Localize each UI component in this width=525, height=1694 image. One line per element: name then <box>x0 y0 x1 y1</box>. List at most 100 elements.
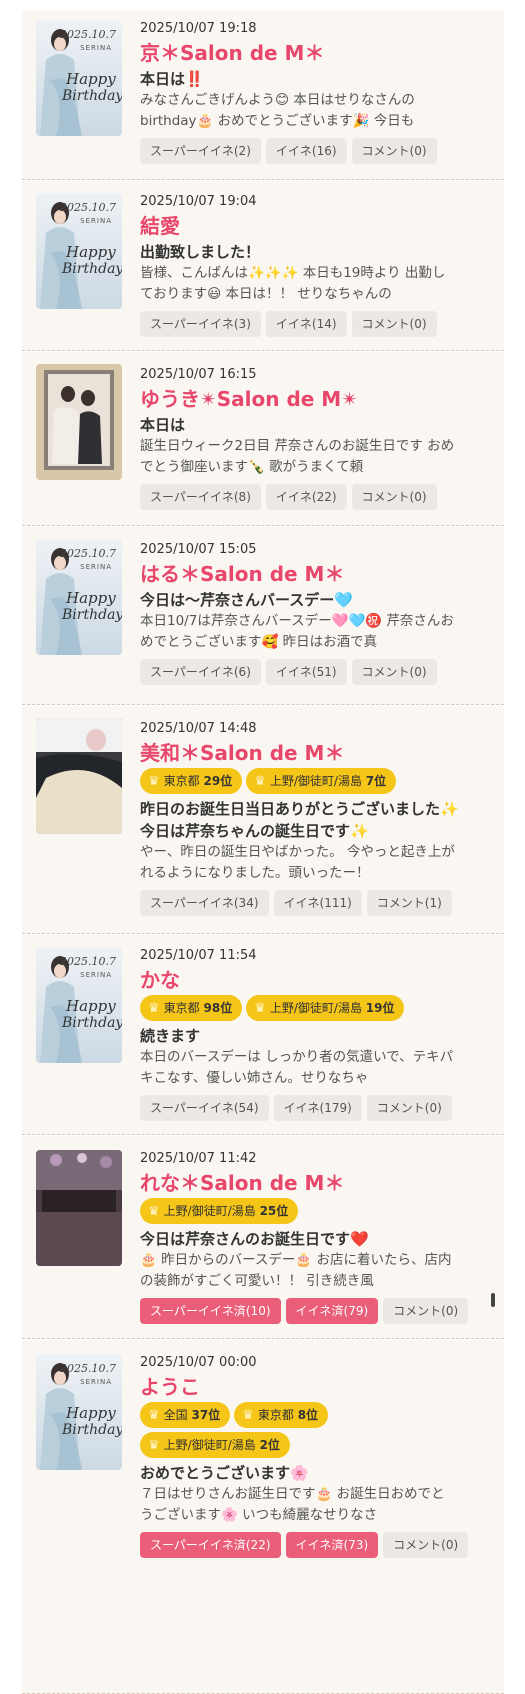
author-name[interactable]: はる＊Salon de M＊ <box>140 559 498 589</box>
rank-value: 19位 <box>365 1001 395 1015</box>
rank-area: 東京都 <box>163 774 200 788</box>
blog-post[interactable]: 2025.10.7 SERINA Happy Birthday 2025/10/0… <box>22 1340 504 1694</box>
post-body: 2025/10/07 00:00 ようこ ♛ 全国 37位 ♛ 東京都 8位 ♛ 上野/御徒町… <box>140 1354 498 1558</box>
thumb-date: 2025.10.7 <box>60 201 116 214</box>
thumb-name: SERINA <box>80 971 112 979</box>
comment-button[interactable]: コメント(0) <box>351 311 437 337</box>
comment-button[interactable]: コメント(0) <box>366 1095 452 1121</box>
like-button[interactable]: イイネ(51) <box>265 659 347 685</box>
rank-badge[interactable]: ♛ 全国 37位 <box>140 1402 231 1428</box>
post-excerpt: ております😃 本日は！！ せりなちゃんの <box>140 286 392 302</box>
post-divider <box>22 704 504 705</box>
blog-post[interactable]: 2025.10.7 SERINA Happy Birthday 2025/10/0… <box>22 10 504 180</box>
thumb-line1: Happy <box>66 243 116 261</box>
super-like-button[interactable]: スーパーイイネ済(22) <box>140 1532 281 1558</box>
author-name[interactable]: れな＊Salon de M＊ <box>140 1168 498 1198</box>
post-title[interactable]: 本日は <box>140 414 498 436</box>
blog-post[interactable]: 2025.10.7 SERINA Happy Birthday 2025/10/0… <box>22 527 504 705</box>
author-name[interactable]: 美和＊Salon de M＊ <box>140 738 498 768</box>
post-title[interactable]: 本日は‼️ <box>140 68 498 90</box>
post-thumbnail[interactable] <box>36 1150 122 1266</box>
comment-button[interactable]: コメント(0) <box>383 1298 469 1324</box>
super-like-button[interactable]: スーパーイイネ(3) <box>140 311 261 337</box>
rank-value: 29位 <box>203 774 233 788</box>
blog-post[interactable]: 2025/10/07 14:48 美和＊Salon de M＊ ♛ 東京都 29位 ♛ 上… <box>22 706 504 934</box>
post-actions: スーパーイイネ済(10) イイネ済(79) コメント(0) <box>140 1298 498 1324</box>
post-excerpt: めでとうございます🥰 昨日はお酒で真 <box>140 634 378 650</box>
super-like-button[interactable]: スーパーイイネ(54) <box>140 1095 269 1121</box>
thumb-line2: Birthday <box>62 261 122 277</box>
rank-badge[interactable]: ♛ 東京都 98位 <box>140 995 243 1021</box>
post-divider <box>22 933 504 934</box>
rank-badges: ♛ 東京都 29位 ♛ 上野/御徒町/湯島 7位 <box>140 768 498 798</box>
post-thumbnail[interactable]: 2025.10.7 SERINA Happy Birthday <box>36 193 122 309</box>
post-body: 2025/10/07 14:48 美和＊Salon de M＊ ♛ 東京都 29位 ♛ 上… <box>140 720 498 916</box>
post-timestamp: 2025/10/07 19:04 <box>140 194 257 209</box>
blog-feed: 2025.10.7 SERINA Happy Birthday 2025/10/0… <box>0 0 525 1694</box>
post-divider <box>22 1134 504 1135</box>
post-excerpt: うございます🌸 いつも綺麗なせりなさ <box>140 1507 378 1523</box>
post-timestamp: 2025/10/07 19:18 <box>140 21 257 36</box>
thumb-line1: Happy <box>66 1404 116 1422</box>
thumb-line2: Birthday <box>62 1422 122 1438</box>
post-title[interactable]: 続きます <box>140 1025 498 1047</box>
author-name[interactable]: ゆうき✴Salon de M✴ <box>140 384 498 414</box>
like-button[interactable]: イイネ済(79) <box>285 1298 379 1324</box>
rank-badges: ♛ 全国 37位 ♛ 東京都 8位 <box>140 1402 498 1432</box>
post-excerpt: birthday🎂 おめでとうございます🎉 今日も <box>140 113 415 129</box>
like-button[interactable]: イイネ(179) <box>273 1095 362 1121</box>
comment-button[interactable]: コメント(1) <box>366 890 452 916</box>
rank-badge[interactable]: ♛ 東京都 8位 <box>234 1402 329 1428</box>
post-body: 2025/10/07 19:18 京＊Salon de M＊ 本日は‼️ みなさんごき… <box>140 20 498 164</box>
post-thumbnail[interactable]: 2025.10.7 SERINA Happy Birthday <box>36 20 122 136</box>
author-name[interactable]: 結愛 <box>140 211 498 241</box>
post-title[interactable]: 今日は〜芹奈さんバースデー🩵 <box>140 589 498 611</box>
post-thumbnail[interactable]: 2025.10.7 SERINA Happy Birthday <box>36 947 122 1063</box>
super-like-button[interactable]: スーパーイイネ(34) <box>140 890 269 916</box>
post-title[interactable]: 今日は芹奈ちゃんの誕生日です✨ <box>140 820 498 842</box>
like-button[interactable]: イイネ済(73) <box>285 1532 379 1558</box>
rank-badge[interactable]: ♛ 上野/御徒町/湯島 25位 <box>140 1198 299 1224</box>
rank-area: 上野/御徒町/湯島 <box>163 1204 256 1218</box>
post-thumbnail[interactable]: 2025.10.7 SERINA Happy Birthday <box>36 1354 122 1470</box>
author-name[interactable]: ようこ <box>140 1372 498 1402</box>
author-name[interactable]: かな <box>140 965 498 995</box>
like-button[interactable]: イイネ(111) <box>273 890 362 916</box>
super-like-button[interactable]: スーパーイイネ(8) <box>140 484 261 510</box>
like-button[interactable]: イイネ(16) <box>265 138 347 164</box>
blog-post[interactable]: 2025/10/07 16:15 ゆうき✴Salon de M✴ 本日は 誕生日ウィー… <box>22 352 504 526</box>
post-excerpt: 本日10/7は芹奈さんバースデー🩷🩵㊗️ 芹奈さんお <box>140 613 454 629</box>
comment-button[interactable]: コメント(0) <box>351 659 437 685</box>
post-title[interactable]: 昨日のお誕生日当日ありがとうございました✨ <box>140 798 498 820</box>
like-button[interactable]: イイネ(22) <box>265 484 347 510</box>
post-title[interactable]: 出勤致しました！ <box>140 241 498 263</box>
post-title[interactable]: おめでとうございます🌸 <box>140 1462 498 1484</box>
post-actions: スーパーイイネ(34) イイネ(111) コメント(1) <box>140 890 498 916</box>
post-body: 2025/10/07 11:42 れな＊Salon de M＊ ♛ 上野/御徒町/湯島… <box>140 1150 498 1324</box>
super-like-button[interactable]: スーパーイイネ(6) <box>140 659 261 685</box>
super-like-button[interactable]: スーパーイイネ済(10) <box>140 1298 281 1324</box>
blog-post[interactable]: 2025.10.7 SERINA Happy Birthday 2025/10/0… <box>22 181 504 351</box>
blog-post[interactable]: 2025.10.7 SERINA Happy Birthday 2025/10/0… <box>22 935 504 1135</box>
post-title[interactable]: 今日は芹奈さんのお誕生日です❤️ <box>140 1228 498 1250</box>
crown-icon: ♛ <box>254 1001 266 1016</box>
post-thumbnail[interactable]: 2025.10.7 SERINA Happy Birthday <box>36 539 122 655</box>
rank-badge[interactable]: ♛ 上野/御徒町/湯島 2位 <box>140 1432 290 1458</box>
rank-badge[interactable]: ♛ 上野/御徒町/湯島 7位 <box>246 768 397 794</box>
comment-button[interactable]: コメント(0) <box>351 484 437 510</box>
post-excerpt: 本日のバースデーは しっかり者の気遣いで、テキパ <box>140 1049 454 1065</box>
post-thumbnail[interactable] <box>36 718 122 834</box>
rank-area: 上野/御徒町/湯島 <box>269 1001 362 1015</box>
post-actions: スーパーイイネ済(22) イイネ済(73) コメント(0) <box>140 1532 498 1558</box>
super-like-button[interactable]: スーパーイイネ(2) <box>140 138 261 164</box>
author-name[interactable]: 京＊Salon de M＊ <box>140 38 498 68</box>
comment-button[interactable]: コメント(0) <box>351 138 437 164</box>
post-thumbnail[interactable] <box>36 364 122 480</box>
rank-badge[interactable]: ♛ 上野/御徒町/湯島 19位 <box>246 995 405 1021</box>
post-actions: スーパーイイネ(8) イイネ(22) コメント(0) <box>140 484 498 510</box>
rank-badge[interactable]: ♛ 東京都 29位 <box>140 768 243 794</box>
like-button[interactable]: イイネ(14) <box>265 311 347 337</box>
comment-button[interactable]: コメント(0) <box>383 1532 469 1558</box>
blog-post[interactable]: 2025/10/07 11:42 れな＊Salon de M＊ ♛ 上野/御徒町/湯島… <box>22 1136 504 1339</box>
scrollbar-thumb[interactable] <box>491 1293 495 1307</box>
